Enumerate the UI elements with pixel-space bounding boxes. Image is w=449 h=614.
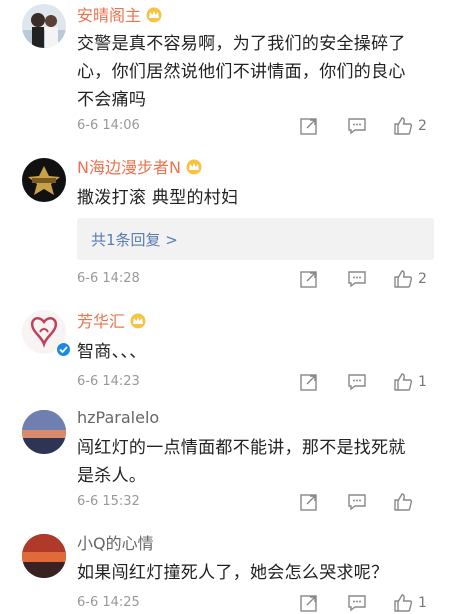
comment-time: 6-6 14:06 bbox=[77, 118, 140, 133]
share-button[interactable] bbox=[299, 371, 319, 393]
share-button[interactable] bbox=[299, 491, 319, 513]
comment-actions: 2 bbox=[289, 268, 449, 290]
comment-actions: 2 bbox=[289, 115, 449, 137]
share-icon bbox=[300, 494, 317, 511]
thumbs-up-icon bbox=[394, 117, 413, 135]
verified-icon bbox=[56, 342, 71, 357]
comment-text: 撒泼打滚 典型的村妇 bbox=[77, 188, 239, 208]
username[interactable]: 芳华汇 bbox=[77, 312, 147, 332]
comment-icon bbox=[348, 271, 366, 288]
share-icon bbox=[300, 595, 317, 612]
comment-icon bbox=[348, 118, 366, 135]
like-count: 2 bbox=[418, 118, 427, 134]
like-button[interactable]: 2 bbox=[393, 268, 427, 290]
comment-time: 6-6 14:28 bbox=[77, 271, 140, 286]
reply-thread[interactable]: 共1条回复 > bbox=[77, 218, 434, 260]
comment-button[interactable] bbox=[347, 115, 367, 137]
thumbs-up-icon bbox=[394, 270, 413, 288]
thumbs-up-icon bbox=[394, 594, 413, 612]
avatar[interactable] bbox=[22, 4, 66, 48]
comment-icon bbox=[348, 494, 366, 511]
comment-text: 如果闯红灯撞死人了，她会怎么哭求呢？ bbox=[77, 563, 389, 583]
thumbs-up-icon bbox=[394, 373, 413, 391]
comment-icon bbox=[348, 595, 366, 612]
comment-actions: 1 bbox=[289, 371, 449, 393]
comment-item: 芳华汇 智商、、、 6-6 14:23 1 bbox=[0, 300, 449, 398]
username[interactable]: N海边漫步者N bbox=[77, 158, 203, 178]
like-button[interactable] bbox=[393, 491, 418, 513]
share-icon bbox=[300, 374, 317, 391]
username[interactable]: hzParalelo bbox=[77, 408, 159, 428]
crown-badge-icon bbox=[146, 7, 162, 23]
comment-item: N海边漫步者N 撒泼打滚 典型的村妇 共1条回复 > 6-6 14:28 2 bbox=[0, 150, 449, 300]
comment-button[interactable] bbox=[347, 268, 367, 290]
avatar[interactable] bbox=[22, 534, 66, 578]
like-button[interactable]: 1 bbox=[393, 371, 427, 393]
username[interactable]: 安晴阁主 bbox=[77, 6, 163, 26]
like-button[interactable]: 2 bbox=[393, 115, 427, 137]
crown-badge-icon bbox=[186, 159, 202, 175]
share-icon bbox=[300, 271, 317, 288]
view-replies-link[interactable]: 共1条回复 > bbox=[91, 229, 178, 250]
comment-item: 安晴阁主 交警是真不容易啊，为了我们的安全操碎了 心，你们居然说他们不讲情面，你… bbox=[0, 0, 449, 150]
comment-actions bbox=[289, 491, 449, 513]
comment-item: 小Q的心情 如果闯红灯撞死人了，她会怎么哭求呢？ 6-6 14:25 1 bbox=[0, 526, 449, 612]
comment-button[interactable] bbox=[347, 371, 367, 393]
avatar[interactable] bbox=[22, 158, 66, 202]
comment-item: hzParalelo 闯红灯的一点情面都不能讲，那不是找死就 是杀人。 6-6 … bbox=[0, 398, 449, 526]
share-button[interactable] bbox=[299, 268, 319, 290]
like-count: 2 bbox=[418, 271, 427, 287]
crown-badge-icon bbox=[130, 313, 146, 329]
comment-icon bbox=[348, 374, 366, 391]
comment-time: 6-6 14:23 bbox=[77, 374, 140, 389]
comment-time: 6-6 14:25 bbox=[77, 595, 140, 610]
username[interactable]: 小Q的心情 bbox=[77, 534, 154, 554]
comment-time: 6-6 15:32 bbox=[77, 494, 140, 509]
thumbs-up-icon bbox=[394, 493, 413, 511]
like-count: 1 bbox=[418, 595, 427, 611]
like-count: 1 bbox=[418, 374, 427, 390]
comment-button[interactable] bbox=[347, 491, 367, 513]
share-button[interactable] bbox=[299, 115, 319, 137]
comment-text: 交警是真不容易啊，为了我们的安全操碎了 心，你们居然说他们不讲情面，你们的良心 … bbox=[77, 34, 406, 110]
comment-text: 智商、、、 bbox=[77, 342, 147, 362]
comment-text: 闯红灯的一点情面都不能讲，那不是找死就 是杀人。 bbox=[77, 438, 406, 486]
avatar[interactable] bbox=[22, 410, 66, 454]
share-icon bbox=[300, 118, 317, 135]
